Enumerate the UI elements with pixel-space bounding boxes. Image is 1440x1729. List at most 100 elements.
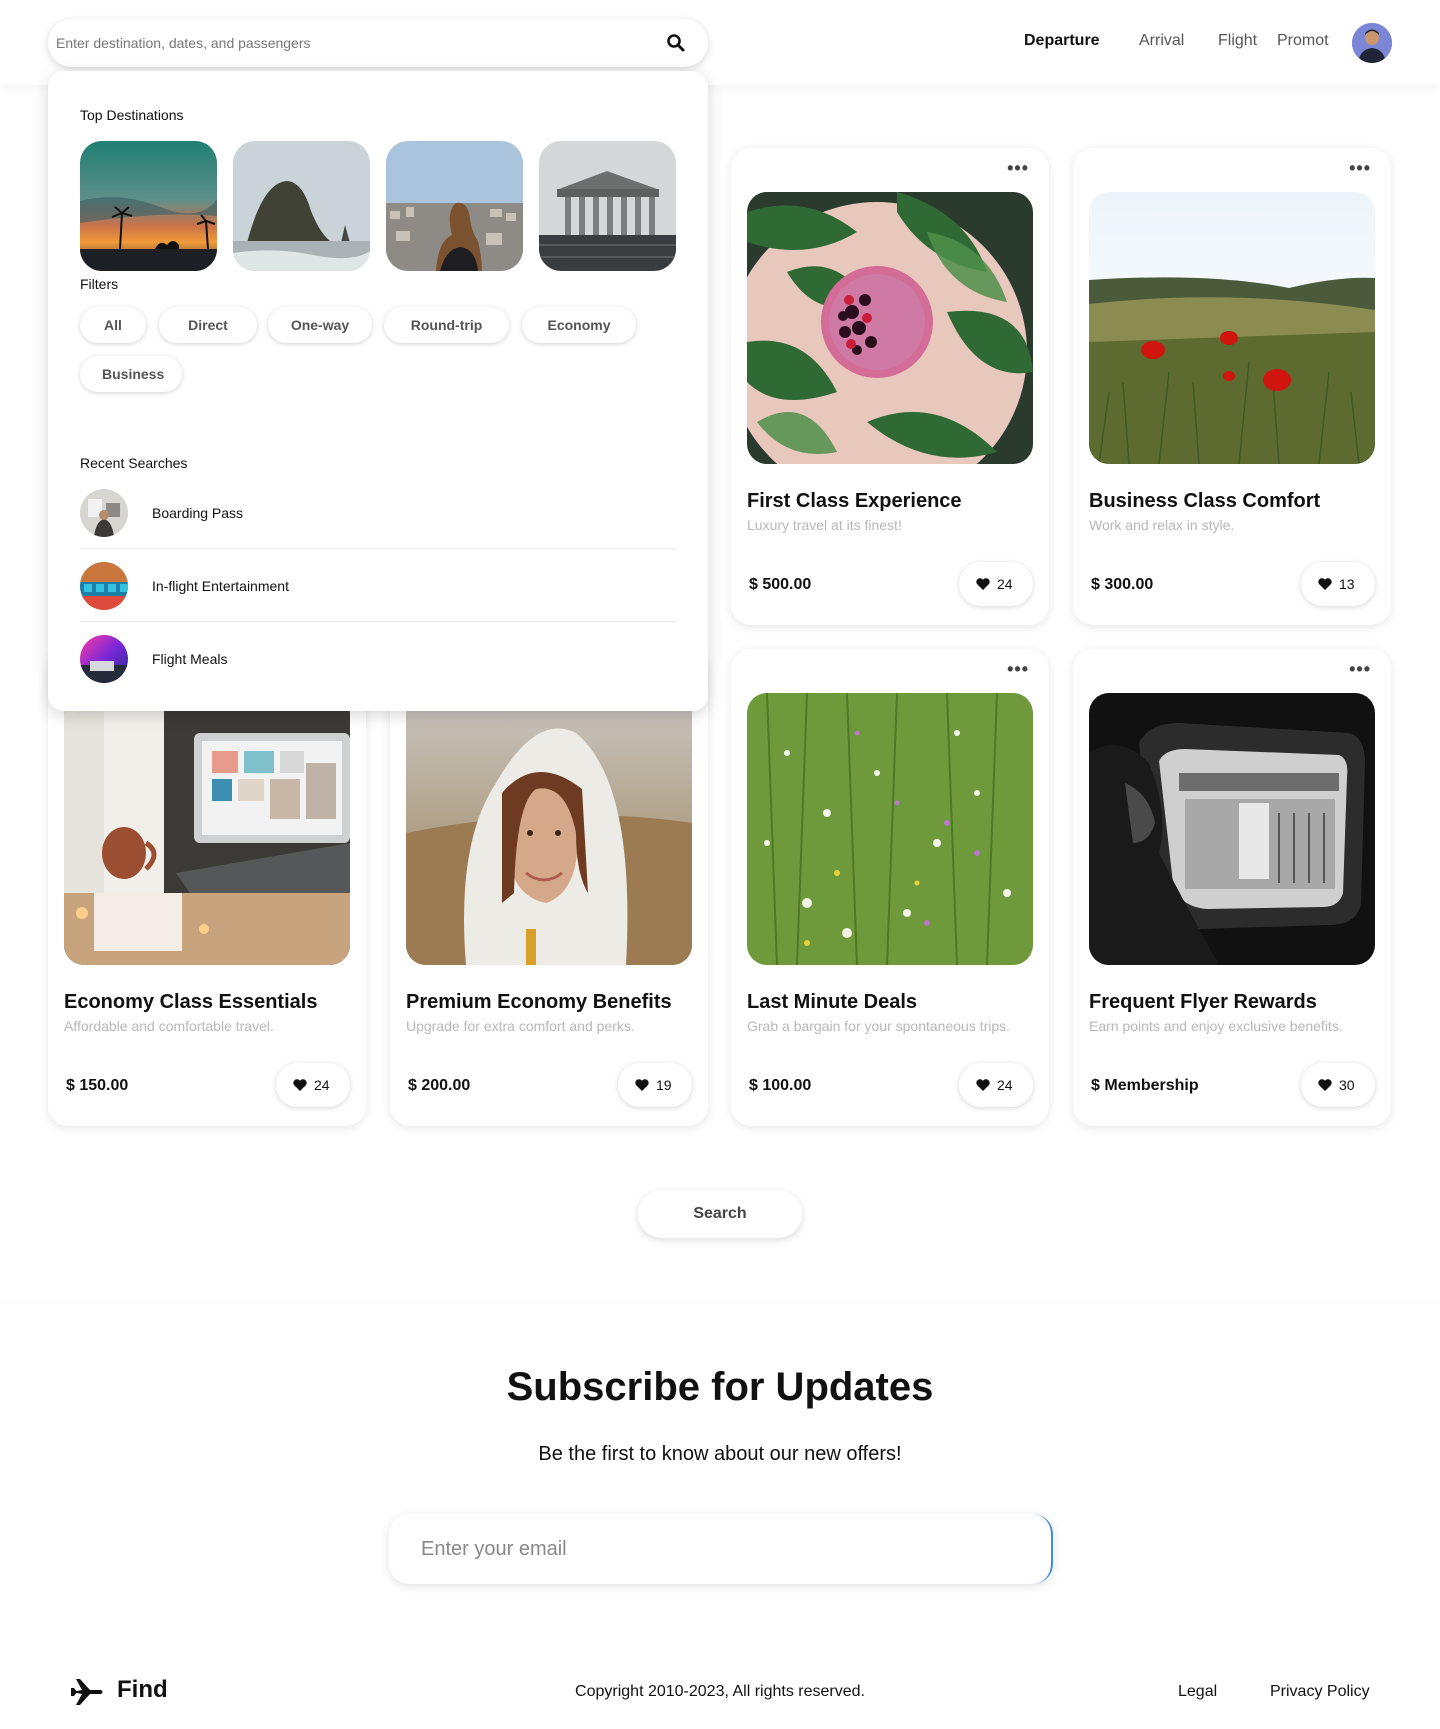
price-value: 100.00 xyxy=(762,1077,812,1094)
price-value: 200.00 xyxy=(421,1077,471,1094)
nav-promot[interactable]: Promot xyxy=(1277,32,1329,50)
legal-link[interactable]: Legal xyxy=(1178,1683,1217,1701)
nav-arrival[interactable]: Arrival xyxy=(1139,32,1184,50)
heart-icon xyxy=(1318,578,1332,590)
privacy-policy-link[interactable]: Privacy Policy xyxy=(1270,1683,1370,1701)
like-button[interactable]: 13 xyxy=(1301,562,1375,606)
currency-symbol: $ xyxy=(749,1077,758,1094)
price-value: 500.00 xyxy=(762,576,812,593)
offer-card[interactable]: ••• Economy Class Essentials Affordable … xyxy=(48,649,366,1126)
recent-search-label: Flight Meals xyxy=(152,651,228,667)
user-avatar[interactable] xyxy=(1352,23,1392,63)
card-image xyxy=(64,693,350,965)
card-image xyxy=(747,192,1033,464)
search-dropdown: Top Destinations Filters All Direct One-… xyxy=(48,71,708,711)
like-count: 30 xyxy=(1339,1077,1355,1093)
offer-card[interactable]: ••• First Class Experience Luxury travel… xyxy=(731,148,1049,625)
offer-card[interactable]: ••• Premium Economy Benefits Upgrade for… xyxy=(390,649,708,1126)
filter-one-way[interactable]: One-way xyxy=(268,307,372,343)
top-destinations-title: Top Destinations xyxy=(80,107,184,123)
search-button[interactable]: Search xyxy=(638,1190,802,1238)
card-subtitle: Luxury travel at its finest! xyxy=(747,517,902,533)
card-price: $ Membership xyxy=(1091,1077,1199,1095)
copyright-text: Copyright 2010-2023, All rights reserved… xyxy=(575,1683,865,1700)
card-image xyxy=(1089,693,1375,965)
currency-symbol: $ xyxy=(749,576,758,593)
search-bar[interactable] xyxy=(48,19,708,67)
destination-museum[interactable] xyxy=(539,141,676,271)
card-price: $ 100.00 xyxy=(749,1077,811,1095)
heart-icon xyxy=(976,578,990,590)
like-button[interactable]: 24 xyxy=(959,562,1033,606)
card-title: First Class Experience xyxy=(747,490,962,512)
price-value: 300.00 xyxy=(1104,576,1154,593)
like-button[interactable]: 24 xyxy=(959,1063,1033,1107)
card-subtitle: Work and relax in style. xyxy=(1089,517,1235,533)
card-image xyxy=(406,693,692,965)
recent-thumbnail xyxy=(80,635,128,683)
offer-card[interactable]: ••• Last Minute Deals Grab a bargain for… xyxy=(731,649,1049,1126)
filter-all[interactable]: All xyxy=(80,307,146,343)
heart-icon xyxy=(635,1079,649,1091)
more-options-icon[interactable]: ••• xyxy=(1349,159,1371,177)
like-count: 24 xyxy=(997,1077,1013,1093)
card-image xyxy=(1089,192,1375,464)
recent-search-item[interactable]: Flight Meals xyxy=(80,622,676,695)
heart-icon xyxy=(976,1079,990,1091)
card-subtitle: Grab a bargain for your spontaneous trip… xyxy=(747,1018,1011,1034)
like-count: 24 xyxy=(997,576,1013,592)
more-options-icon[interactable]: ••• xyxy=(1007,159,1029,177)
recent-search-item[interactable]: Boarding Pass xyxy=(80,476,676,549)
recent-search-label: In-flight Entertainment xyxy=(152,578,289,594)
more-options-icon[interactable]: ••• xyxy=(1007,660,1029,678)
destination-rock-coast[interactable] xyxy=(233,141,370,271)
heart-icon xyxy=(1318,1079,1332,1091)
nav-departure[interactable]: Departure xyxy=(1024,32,1100,50)
price-value: 150.00 xyxy=(79,1077,129,1094)
destination-city-view[interactable] xyxy=(386,141,523,271)
nav-flight[interactable]: Flight xyxy=(1218,32,1257,50)
destination-sunset-beach[interactable] xyxy=(80,141,217,271)
like-count: 24 xyxy=(314,1077,330,1093)
currency-symbol: $ xyxy=(66,1077,75,1094)
recent-thumbnail xyxy=(80,489,128,537)
recent-search-label: Boarding Pass xyxy=(152,505,244,521)
filter-direct[interactable]: Direct xyxy=(159,307,257,343)
filter-round-trip[interactable]: Round-trip xyxy=(384,307,509,343)
card-price: $ 150.00 xyxy=(66,1077,128,1095)
recent-searches-title: Recent Searches xyxy=(80,455,188,471)
like-button[interactable]: 30 xyxy=(1301,1063,1375,1107)
card-image xyxy=(747,693,1033,965)
subscribe-text: Be the first to know about our new offer… xyxy=(538,1443,902,1465)
heart-icon xyxy=(293,1079,307,1091)
card-subtitle: Affordable and comfortable travel. xyxy=(64,1018,274,1034)
card-subtitle: Earn points and enjoy exclusive benefits… xyxy=(1089,1018,1343,1034)
offer-card[interactable]: ••• Frequent Flyer Rewards Earn points a… xyxy=(1073,649,1391,1126)
filter-business[interactable]: Business xyxy=(80,356,182,392)
card-title: Premium Economy Benefits xyxy=(406,991,672,1013)
email-input[interactable] xyxy=(421,1514,1021,1584)
like-count: 19 xyxy=(656,1077,672,1093)
price-value: Membership xyxy=(1104,1077,1199,1094)
filters-title: Filters xyxy=(80,276,119,292)
like-count: 13 xyxy=(1339,576,1355,592)
search-input[interactable] xyxy=(56,19,656,67)
card-title: Economy Class Essentials xyxy=(64,991,318,1013)
filter-economy[interactable]: Economy xyxy=(522,307,636,343)
email-field-container[interactable] xyxy=(389,1514,1053,1584)
more-options-icon[interactable]: ••• xyxy=(1349,660,1371,678)
offer-card[interactable]: ••• Business Class Comfort Work and rela… xyxy=(1073,148,1391,625)
currency-symbol: $ xyxy=(1091,576,1100,593)
card-price: $ 300.00 xyxy=(1091,576,1153,594)
recent-search-item[interactable]: In-flight Entertainment xyxy=(80,549,676,622)
like-button[interactable]: 24 xyxy=(276,1063,350,1107)
card-title: Business Class Comfort xyxy=(1089,490,1321,512)
search-icon[interactable] xyxy=(666,33,686,53)
card-subtitle: Upgrade for extra comfort and perks. xyxy=(406,1018,635,1034)
currency-symbol: $ xyxy=(1091,1077,1100,1094)
card-price: $ 200.00 xyxy=(408,1077,470,1095)
card-title: Frequent Flyer Rewards xyxy=(1089,991,1317,1013)
like-button[interactable]: 19 xyxy=(618,1063,692,1107)
currency-symbol: $ xyxy=(408,1077,417,1094)
subscribe-section: Subscribe for Updates Be the first to kn… xyxy=(0,1303,1440,1729)
